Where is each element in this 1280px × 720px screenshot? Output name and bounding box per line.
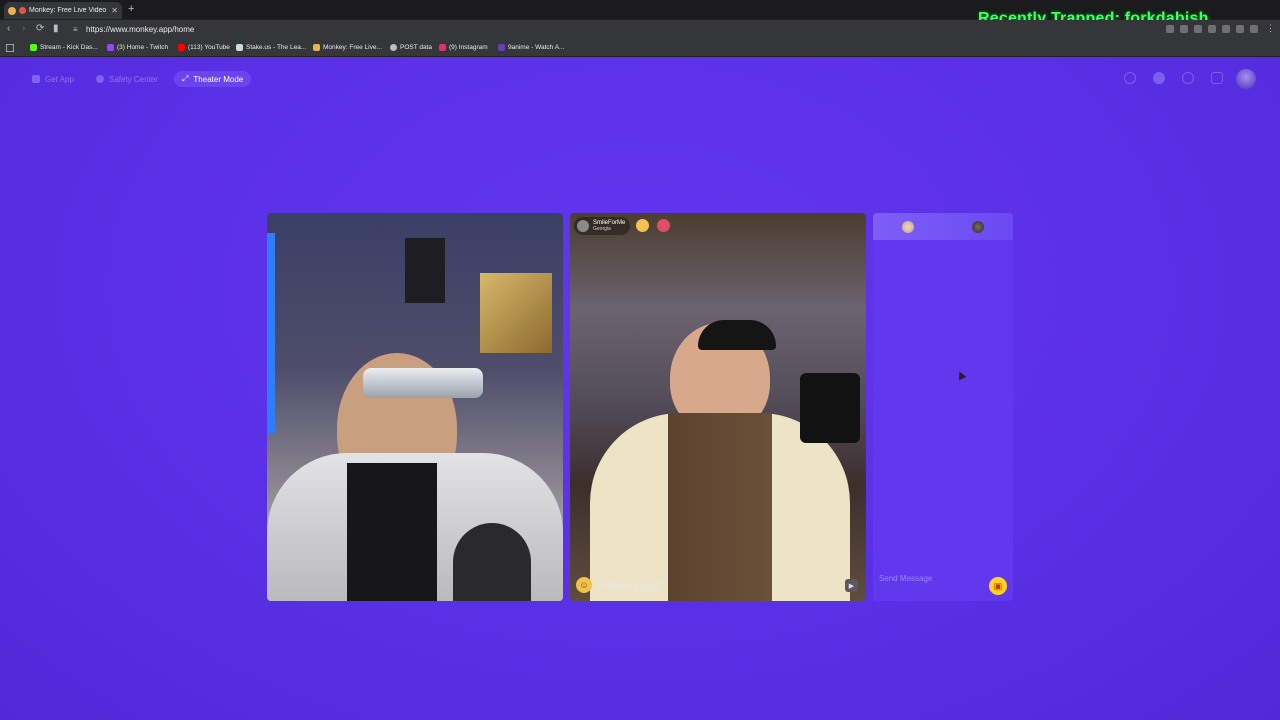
remote-video: SmileForMe Georgia bbox=[570, 213, 866, 601]
bookmark-item[interactable]: Monkey: Free Live... bbox=[313, 44, 382, 51]
heart-badge-icon bbox=[636, 219, 649, 232]
led-light bbox=[267, 233, 275, 433]
address-bar[interactable]: https://www.monkey.app/home bbox=[86, 25, 194, 34]
send-message-input[interactable]: Send Message bbox=[879, 574, 932, 583]
browser-tab[interactable]: Monkey: Free Live Video Ch ✕ bbox=[4, 2, 122, 19]
partner-avatar[interactable] bbox=[972, 221, 984, 233]
menu-icon[interactable]: ⋮ bbox=[1266, 23, 1275, 33]
remote-user-location: Georgia bbox=[593, 226, 611, 232]
poster-decor bbox=[480, 273, 552, 353]
gift-icon[interactable]: ▣ bbox=[989, 577, 1007, 595]
shirt bbox=[347, 463, 437, 601]
extension-icon[interactable] bbox=[1166, 25, 1174, 33]
expand-icon: ⤢ bbox=[182, 74, 189, 83]
new-tab-icon[interactable]: + bbox=[128, 3, 134, 15]
box-decor bbox=[405, 238, 445, 303]
instagram-icon bbox=[439, 44, 446, 51]
chat-panel: Send Message ▣ bbox=[873, 213, 1013, 601]
site-info-icon[interactable]: ≡ bbox=[73, 25, 78, 34]
microphone bbox=[453, 523, 531, 601]
bookmark-item[interactable]: Stake.us - The Lea... bbox=[236, 44, 306, 51]
twitch-icon bbox=[107, 44, 114, 51]
flag-badge-icon bbox=[657, 219, 670, 232]
remote-avatar bbox=[577, 220, 589, 232]
globe-icon bbox=[390, 44, 397, 51]
avatar[interactable] bbox=[1236, 69, 1256, 89]
apps-grid-icon[interactable] bbox=[6, 44, 14, 52]
remote-user-info: SmileForMe Georgia bbox=[593, 220, 625, 232]
report-icon[interactable]: ▶ bbox=[845, 579, 858, 592]
coin-icon[interactable] bbox=[1153, 72, 1165, 84]
close-tab-icon[interactable]: ✕ bbox=[111, 6, 118, 15]
youtube-icon bbox=[178, 44, 185, 51]
forward-icon[interactable]: › bbox=[22, 23, 25, 35]
monkey-watermark: ☺ monkey.app bbox=[576, 577, 661, 593]
extension-icon[interactable] bbox=[1194, 25, 1202, 33]
sidebar-icon[interactable] bbox=[1208, 25, 1216, 33]
monkey-icon bbox=[313, 44, 320, 51]
chat-icon[interactable] bbox=[1211, 72, 1223, 84]
bookmark-item[interactable]: (3) Home - Twitch bbox=[107, 44, 168, 51]
extension-icon[interactable] bbox=[1222, 25, 1230, 33]
back-icon[interactable]: ‹ bbox=[7, 23, 10, 35]
remote-user-pill[interactable]: SmileForMe Georgia bbox=[574, 217, 631, 235]
theater-mode-button[interactable]: ⤢ Theater Mode bbox=[174, 71, 252, 87]
bookmark-item[interactable]: (113) YouTube bbox=[178, 44, 230, 51]
safety-center-link[interactable]: Safety Center bbox=[88, 71, 166, 87]
local-video bbox=[267, 213, 563, 601]
extension-icon[interactable] bbox=[1236, 25, 1244, 33]
kick-icon bbox=[30, 44, 37, 51]
recording-icon bbox=[19, 7, 26, 14]
9anime-icon bbox=[498, 44, 505, 51]
search-icon[interactable] bbox=[1124, 72, 1136, 84]
stake-icon bbox=[236, 44, 243, 51]
self-avatar[interactable] bbox=[902, 221, 914, 233]
bookmark-item[interactable]: 9anime - Watch A... bbox=[498, 44, 564, 51]
bookmark-item[interactable]: Stream - Kick Das... bbox=[30, 44, 98, 51]
reload-icon[interactable]: ⟳ bbox=[36, 23, 44, 35]
monkey-logo-icon: ☺ bbox=[576, 577, 592, 593]
background-decor bbox=[800, 373, 860, 443]
get-app-link[interactable]: Get App bbox=[24, 71, 82, 87]
history-icon[interactable] bbox=[1182, 72, 1194, 84]
profile-icon[interactable] bbox=[1250, 25, 1258, 33]
bookmark-icon[interactable]: ▮ bbox=[53, 23, 59, 35]
shield-icon bbox=[96, 75, 104, 83]
phone-icon bbox=[32, 75, 40, 83]
chat-header bbox=[873, 213, 1013, 240]
bookmark-item[interactable]: (9) Instagram bbox=[439, 44, 488, 51]
cap bbox=[698, 320, 776, 350]
tab-title: Monkey: Free Live Video Ch bbox=[29, 7, 108, 14]
extension-icon[interactable] bbox=[1180, 25, 1188, 33]
bookmark-item[interactable]: POST data bbox=[390, 44, 432, 51]
sunglasses bbox=[363, 368, 483, 398]
monkey-favicon-icon bbox=[8, 6, 16, 15]
